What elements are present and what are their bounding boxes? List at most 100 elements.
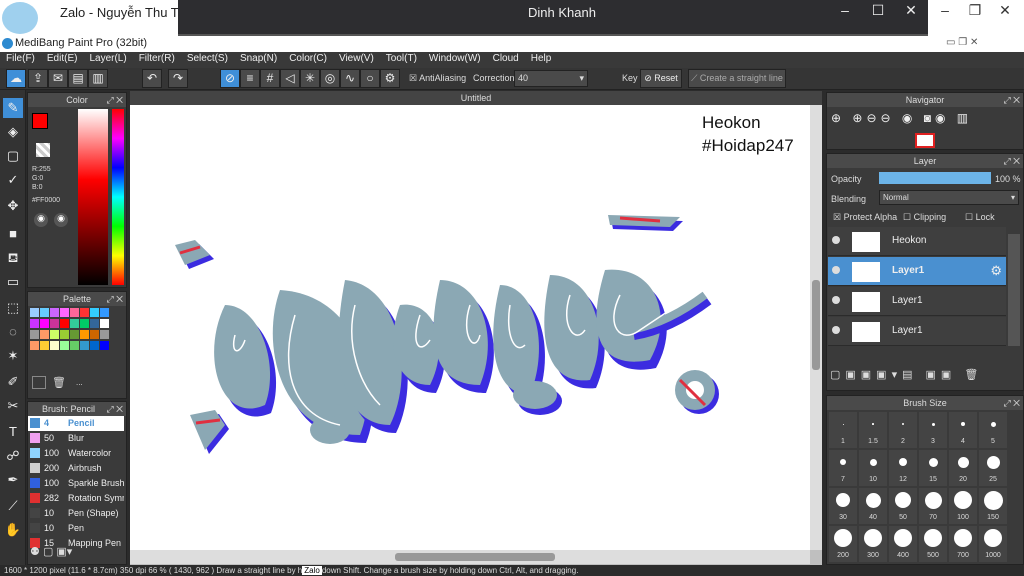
brush-item[interactable]: 100 Sparkle Brush: [28, 476, 124, 491]
clipping-checkbox[interactable]: ☐ Clipping: [903, 212, 946, 223]
avatar[interactable]: [2, 2, 38, 34]
brush-size-option[interactable]: 100: [949, 488, 977, 524]
gear-icon[interactable]: ⚙: [380, 69, 400, 88]
trash-icon[interactable]: 🗑: [52, 376, 66, 389]
brush-size-option[interactable]: 70: [919, 488, 947, 524]
maximize-icon[interactable]: ☐: [861, 2, 895, 19]
new-brush-icon[interactable]: ▢: [43, 546, 53, 558]
lasso-icon[interactable]: ◌: [3, 322, 23, 342]
close-icon[interactable]: ⤢ ✕: [106, 402, 123, 416]
palette-swatch[interactable]: [30, 308, 39, 317]
eye-icon[interactable]: [832, 236, 840, 244]
close-icon[interactable]: ⤢ ✕: [106, 292, 123, 306]
hand-icon[interactable]: ✋: [3, 520, 23, 540]
lock-checkbox[interactable]: ☐ Lock: [965, 212, 995, 223]
protect-alpha-checkbox[interactable]: ☒ Protect Alpha: [833, 212, 897, 223]
eye-icon[interactable]: [832, 296, 840, 304]
menu-item[interactable]: Tool(T): [380, 52, 423, 68]
close-icon[interactable]: ✕: [894, 2, 928, 19]
palette-swatch[interactable]: [50, 330, 59, 339]
grid-snap-icon[interactable]: #: [260, 69, 280, 88]
gear-icon[interactable]: ⚙: [990, 263, 1002, 279]
text-icon[interactable]: T: [3, 422, 23, 442]
brush-size-option[interactable]: 10: [859, 450, 887, 486]
brush-size-option[interactable]: 40: [859, 488, 887, 524]
share-icon[interactable]: ⇪: [28, 69, 48, 88]
bucket-icon[interactable]: ⛾: [3, 248, 23, 268]
palette-swatch[interactable]: [70, 319, 79, 328]
correction-select[interactable]: 40 ▾: [514, 70, 588, 87]
foreground-color[interactable]: [32, 113, 48, 129]
palette-swatch[interactable]: [30, 319, 39, 328]
transparent-color[interactable]: [36, 143, 50, 157]
move-icon[interactable]: ✥: [3, 196, 23, 216]
close-icon[interactable]: ⤢ ✕: [1003, 154, 1020, 168]
blending-select[interactable]: Normal ▾: [879, 190, 1019, 205]
select-icon[interactable]: ⬚: [3, 298, 23, 318]
minimize-icon[interactable]: –: [828, 2, 862, 18]
palette-swatch[interactable]: [90, 330, 99, 339]
palette-swatch[interactable]: [90, 341, 99, 350]
brush-size-option[interactable]: 300: [859, 526, 887, 562]
brush-item[interactable]: 100 Watercolor: [28, 446, 124, 461]
redo-icon[interactable]: ↷: [168, 69, 188, 88]
brush-size-option[interactable]: 30: [829, 488, 857, 524]
palette-swatch[interactable]: [60, 319, 69, 328]
brush-size-option[interactable]: 200: [829, 526, 857, 562]
menu-item[interactable]: Select(S): [181, 52, 234, 68]
brush-size-option[interactable]: 4: [949, 412, 977, 448]
palette-swatch[interactable]: [40, 341, 49, 350]
brush-size-option[interactable]: 3: [919, 412, 947, 448]
drawing-canvas[interactable]: Heokon #Hoidap247: [130, 105, 810, 550]
palette-swatch[interactable]: [80, 308, 89, 317]
palette-swatch[interactable]: [60, 341, 69, 350]
rectangle-icon[interactable]: ▢: [3, 146, 23, 166]
palette-swatch[interactable]: [60, 308, 69, 317]
brush-size-option[interactable]: 1: [829, 412, 857, 448]
palette-swatch[interactable]: [50, 308, 59, 317]
window-controls[interactable]: ▭ ❐ ✕: [946, 37, 978, 48]
eyedropper-icon[interactable]: ✒: [3, 470, 23, 490]
brush-icon[interactable]: ✎: [3, 98, 23, 118]
layer-row[interactable]: Layer1 ⚙: [828, 257, 1006, 286]
menu-item[interactable]: Window(W): [423, 52, 487, 68]
brush-item[interactable]: 10 Pen (Shape): [28, 506, 124, 521]
palette-swatch[interactable]: [100, 308, 109, 317]
palette-swatch[interactable]: [80, 319, 89, 328]
palette-swatch[interactable]: [90, 308, 99, 317]
scroll-thumb[interactable]: [395, 553, 555, 561]
saturation-area[interactable]: [78, 109, 108, 285]
scroll-thumb[interactable]: [812, 280, 820, 370]
palette-swatch[interactable]: [70, 341, 79, 350]
check-icon[interactable]: ✓: [3, 170, 23, 190]
brush-item[interactable]: 200 Airbrush: [28, 461, 124, 476]
select-eraser-icon[interactable]: ✂: [3, 396, 23, 416]
brush-size-option[interactable]: 15: [919, 450, 947, 486]
new-color-icon[interactable]: [32, 376, 46, 389]
palette-more[interactable]: ...: [76, 378, 83, 387]
eraser-icon[interactable]: ◈: [3, 122, 23, 142]
concentric-icon[interactable]: ◎: [320, 69, 340, 88]
layer-row[interactable]: Layer1: [828, 287, 1006, 316]
comment-icon[interactable]: ✉: [48, 69, 68, 88]
palette-swatch[interactable]: [70, 308, 79, 317]
brush-size-option[interactable]: 700: [949, 526, 977, 562]
palette-swatch[interactable]: [40, 308, 49, 317]
circle-snap-icon[interactable]: ○: [360, 69, 380, 88]
brush-size-option[interactable]: 25: [979, 450, 1007, 486]
menu-item[interactable]: Snap(N): [234, 52, 283, 68]
menu-item[interactable]: Edit(E): [41, 52, 84, 68]
palette-swatch[interactable]: [40, 330, 49, 339]
snap-off-icon[interactable]: ⊘: [220, 69, 240, 88]
close-icon[interactable]: ⤢ ✕: [1003, 93, 1020, 107]
select-pen-icon[interactable]: ✐: [3, 372, 23, 392]
canvas-tab[interactable]: Untitled: [130, 91, 822, 105]
radial-line-icon[interactable]: ✳: [300, 69, 320, 88]
opacity-slider[interactable]: [879, 172, 991, 184]
radial-snap-icon[interactable]: ◁: [280, 69, 300, 88]
palette-swatch[interactable]: [70, 330, 79, 339]
palette-swatch[interactable]: [30, 330, 39, 339]
divide-icon[interactable]: ⟋: [3, 496, 23, 516]
brush-item[interactable]: 282 Rotation Symmetry: [28, 491, 124, 506]
palette-swatch[interactable]: [100, 341, 109, 350]
